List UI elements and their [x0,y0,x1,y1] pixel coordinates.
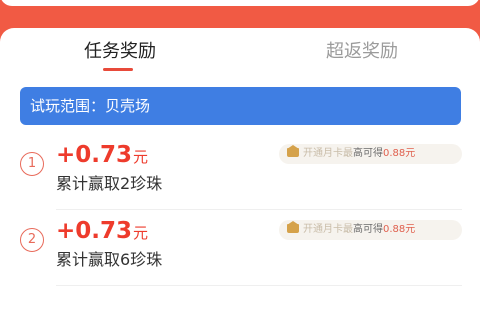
tab-task-rewards[interactable]: 任务奖励 [40,38,200,78]
divider [56,209,462,210]
bonus-prefix: 开通月卡最 [303,148,353,159]
task-panel: 任务奖励 超返奖励 试玩范围：贝壳场 1 +0.73元 累计赢取2珍珠 开通月卡… [0,28,480,318]
reward-unit: 元 [133,224,149,242]
task-item: 2 +0.73元 累计赢取6珍珠 开通月卡最高可得0.88元 [0,214,480,288]
task-description: 累计赢取2珍珠 [56,174,163,193]
task-item: 1 +0.73元 累计赢取2珍珠 开通月卡最高可得0.88元 [0,138,480,212]
reward-amount: +0.73 [56,142,133,168]
monthly-card-bonus[interactable]: 开通月卡最高可得0.88元 [279,144,462,164]
task-description: 累计赢取6珍珠 [56,250,163,269]
task-number-badge: 1 [20,152,44,176]
reward-unit: 元 [133,148,149,166]
bonus-amount: 0.88元 [383,148,416,159]
top-card-edge [0,0,480,6]
monthly-card-bonus[interactable]: 开通月卡最高可得0.88元 [279,220,462,240]
crown-icon [287,221,299,233]
task-number-badge: 2 [20,228,44,252]
active-tab-indicator [103,68,133,71]
bonus-middle: 高可得 [353,148,383,159]
trial-scope-banner: 试玩范围：贝壳场 [20,87,461,125]
crown-icon [287,145,299,157]
bonus-amount: 0.88元 [383,224,416,235]
bonus-middle: 高可得 [353,224,383,235]
task-reward: +0.73元 [56,140,148,172]
divider [56,285,462,286]
tab-super-rebate-rewards[interactable]: 超返奖励 [282,38,442,78]
reward-amount: +0.73 [56,218,133,244]
bonus-prefix: 开通月卡最 [303,224,353,235]
reward-tabs: 任务奖励 超返奖励 [0,38,480,78]
task-reward: +0.73元 [56,216,148,248]
trial-scope-text: 试玩范围：贝壳场 [30,97,151,115]
